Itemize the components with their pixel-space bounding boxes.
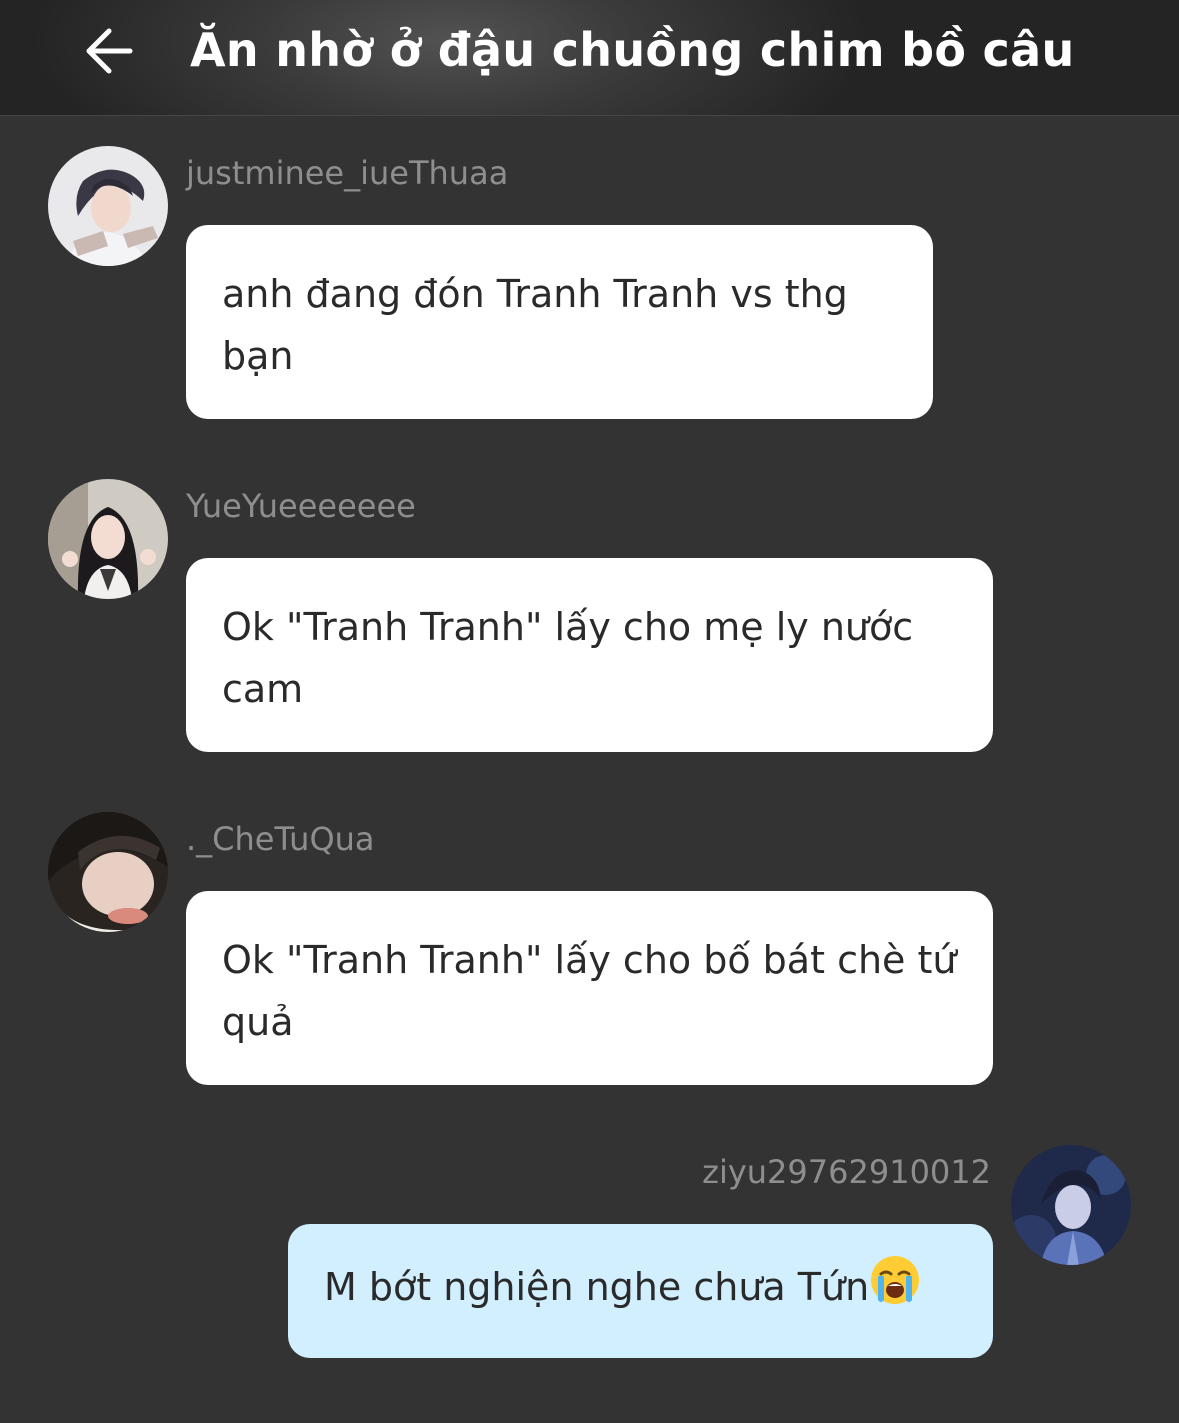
message-username: ._CheTuQua: [186, 820, 375, 858]
message-text: M bớt nghiện nghe chưa Tứn: [324, 1265, 870, 1309]
chat-header: Ăn nhờ ở đậu chuồng chim bồ câu: [0, 0, 1179, 116]
message-username: justminee_iueThuaa: [186, 154, 509, 192]
message-username: YueYueeeeeee: [186, 487, 416, 525]
chat-title: Ăn nhờ ở đậu chuồng chim bồ câu: [190, 23, 1075, 77]
message-username: ziyu29762910012: [702, 1153, 991, 1191]
avatar[interactable]: [48, 479, 168, 599]
loudly-crying-face-emoji: [869, 1254, 921, 1324]
message-bubble[interactable]: Ok "Tranh Tranh" lấy cho mẹ ly nước cam: [186, 558, 993, 752]
message-bubble[interactable]: M bớt nghiện nghe chưa Tứn: [288, 1224, 993, 1358]
message-text: Ok "Tranh Tranh" lấy cho mẹ ly nước cam: [222, 605, 926, 711]
message-text: anh đang đón Tranh Tranh vs thg bạn: [222, 272, 860, 378]
message-text: Ok "Tranh Tranh" lấy cho bố bát chè tứ q…: [222, 938, 969, 1044]
message-bubble[interactable]: anh đang đón Tranh Tranh vs thg bạn: [186, 225, 933, 419]
avatar[interactable]: [48, 146, 168, 266]
arrow-left-icon: [86, 28, 133, 74]
avatar[interactable]: [1011, 1145, 1131, 1265]
message-bubble[interactable]: Ok "Tranh Tranh" lấy cho bố bát chè tứ q…: [186, 891, 993, 1085]
avatar[interactable]: [48, 812, 168, 932]
back-button[interactable]: [78, 22, 140, 80]
